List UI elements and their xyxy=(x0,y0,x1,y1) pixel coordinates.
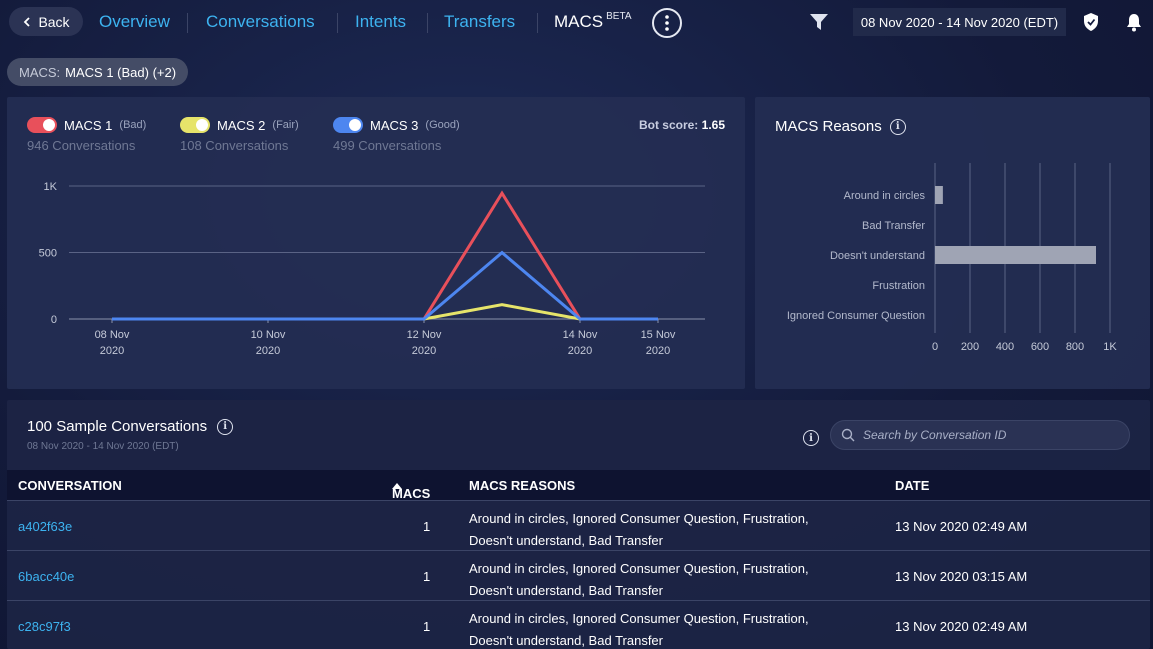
y-tick-label: 500 xyxy=(39,248,57,260)
beta-label: BETA xyxy=(606,11,632,22)
macs-trend-panel: MACS 1 (Bad) 946 Conversations MACS 2 (Fai… xyxy=(7,97,745,389)
x-tick-label: 2020 xyxy=(646,345,670,357)
bell-icon[interactable] xyxy=(1125,12,1143,32)
column-header-macs-label: MACS xyxy=(392,486,431,501)
x-tick-label: 2020 xyxy=(256,345,280,357)
x-tick-label: 14 Nov xyxy=(563,329,598,341)
table-row: 6bacc40e 1 Around in circles, Ignored Co… xyxy=(7,550,1150,600)
table-row: a402f63e 1 Around in circles, Ignored Co… xyxy=(7,500,1150,550)
sample-conversations-panel: 100 Sample Conversations i 08 Nov 2020 - … xyxy=(7,400,1150,649)
x-tick-label: 15 Nov xyxy=(641,329,676,341)
info-icon[interactable]: i xyxy=(217,418,234,435)
column-header-macs-reasons[interactable]: MACS REASONS xyxy=(469,478,575,493)
tab-transfers[interactable]: Transfers xyxy=(444,12,515,32)
table-title-text: 100 Sample Conversations xyxy=(27,418,208,435)
y-tick-label: 1K xyxy=(44,181,58,193)
macs-value: 1 xyxy=(423,619,431,634)
search-input[interactable] xyxy=(863,428,1113,442)
conversation-id-link[interactable]: c28c97f3 xyxy=(18,619,71,634)
macs-value: 1 xyxy=(423,569,431,584)
x-tick-label: 2020 xyxy=(568,345,592,357)
category-label: Around in circles xyxy=(844,190,926,202)
date-value: 13 Nov 2020 02:49 AM xyxy=(895,519,1028,534)
date-range-picker[interactable]: 08 Nov 2020 - 14 Nov 2020 (EDT) xyxy=(853,8,1066,36)
series-line-macs1 xyxy=(112,190,658,321)
column-header-date[interactable]: DATE xyxy=(895,478,929,493)
nav-divider xyxy=(187,13,188,33)
filter-chip-value: MACS 1 (Bad) (+2) xyxy=(65,64,177,80)
category-label: Ignored Consumer Question xyxy=(787,310,925,322)
tab-intents[interactable]: Intents xyxy=(355,12,406,32)
x-tick-label: 400 xyxy=(996,341,1014,353)
table-title: 100 Sample Conversations i xyxy=(27,418,234,435)
x-tick-label: 2020 xyxy=(412,345,436,357)
macs-value: 1 xyxy=(423,519,431,534)
top-navigation-bar: Back Overview Conversations Intents Tran… xyxy=(0,0,1153,46)
search-info-icon[interactable]: i xyxy=(803,430,819,446)
nav-divider xyxy=(337,13,338,33)
tab-macs[interactable]: MACS BETA xyxy=(554,11,632,32)
column-header-macs[interactable]: MACS xyxy=(392,478,430,501)
date-value: 13 Nov 2020 03:15 AM xyxy=(895,569,1028,584)
reason-bar xyxy=(935,186,943,204)
table-header: CONVERSATION MACS MACS REASONS DATE xyxy=(7,470,1150,501)
x-tick-label: 10 Nov xyxy=(251,329,286,341)
filter-chip-key: MACS: xyxy=(19,64,61,80)
back-button-label: Back xyxy=(38,13,70,30)
table-row: c28c97f3 1 Around in circles, Ignored Co… xyxy=(7,600,1150,649)
macs-reasons-panel: MACS Reasons i 0 200 400 600 800 1K Around in c… xyxy=(755,97,1150,389)
table-subtitle: 08 Nov 2020 - 14 Nov 2020 (EDT) xyxy=(27,441,179,452)
x-tick-label: 2020 xyxy=(100,345,124,357)
search-box[interactable] xyxy=(830,420,1130,450)
series-line-macs3 xyxy=(112,250,658,321)
macs-reasons-text: Around in circles, Ignored Consumer Ques… xyxy=(469,561,809,598)
tab-macs-label: MACS xyxy=(554,12,604,31)
category-label: Frustration xyxy=(872,280,925,292)
x-tick-label: 1K xyxy=(1103,341,1117,353)
macs-line-chart: 0 500 1K 08 Nov 2020 10 Nov 2020 12 Nov 2020 14 N… xyxy=(39,181,705,357)
filter-icon[interactable] xyxy=(808,11,830,33)
conversation-id-link[interactable]: 6bacc40e xyxy=(18,569,74,584)
back-button[interactable]: Back xyxy=(9,7,83,36)
category-label: Doesn't understand xyxy=(830,250,925,262)
date-value: 13 Nov 2020 02:49 AM xyxy=(895,619,1028,634)
x-tick-label: 12 Nov xyxy=(407,329,442,341)
nav-divider xyxy=(427,13,428,33)
x-tick-label: 0 xyxy=(932,341,938,353)
conversation-id-link[interactable]: a402f63e xyxy=(18,519,72,534)
macs-reasons-text: Around in circles, Ignored Consumer Ques… xyxy=(469,611,809,648)
x-tick-label: 800 xyxy=(1066,341,1084,353)
x-tick-label: 08 Nov xyxy=(95,329,130,341)
column-header-conversation[interactable]: CONVERSATION xyxy=(18,478,122,493)
search-icon xyxy=(841,428,855,442)
tab-conversations[interactable]: Conversations xyxy=(206,12,315,32)
category-label: Bad Transfer xyxy=(862,220,925,232)
tab-overview[interactable]: Overview xyxy=(99,12,170,32)
macs-reasons-bar-chart: 0 200 400 600 800 1K Around in circles Bad Tran… xyxy=(787,163,1117,353)
x-tick-label: 200 xyxy=(961,341,979,353)
y-tick-label: 0 xyxy=(51,314,57,326)
macs-reasons-text: Around in circles, Ignored Consumer Ques… xyxy=(469,511,809,548)
reason-bar xyxy=(935,246,1096,264)
more-options-button[interactable] xyxy=(652,8,682,38)
shield-icon[interactable] xyxy=(1082,12,1100,32)
macs-filter-chip[interactable]: MACS: MACS 1 (Bad) (+2) xyxy=(7,58,189,86)
nav-divider xyxy=(537,13,538,33)
x-tick-label: 600 xyxy=(1031,341,1049,353)
more-vertical-icon xyxy=(665,15,669,31)
chevron-left-icon xyxy=(24,16,31,27)
